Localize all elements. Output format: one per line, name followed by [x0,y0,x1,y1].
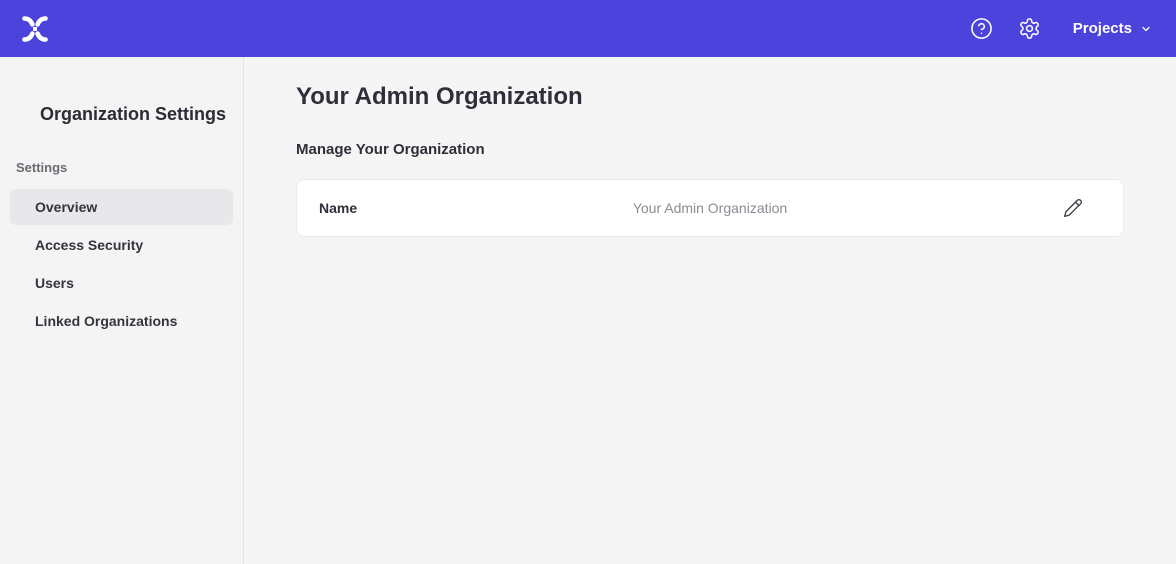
top-navbar: Projects [0,0,1176,57]
settings-button[interactable] [1013,12,1047,46]
edit-name-button[interactable] [1061,196,1085,220]
chevron-down-icon [1140,23,1152,35]
sidebar-title: Organization Settings [0,103,243,125]
sidebar-item-users[interactable]: Users [10,265,233,301]
sidebar-section-label: Settings [0,160,243,176]
page-title: Your Admin Organization [296,83,1124,111]
brand-x-logo-glyph [20,14,50,44]
name-field-label: Name [297,200,357,216]
help-button[interactable] [965,12,999,46]
sidebar-nav: Overview Access Security Users Linked Or… [0,189,243,339]
sidebar-item-overview[interactable]: Overview [10,189,233,225]
brand-x-logo[interactable] [20,14,50,44]
name-field-value: Your Admin Organization [633,200,787,216]
projects-dropdown-label: Projects [1073,20,1132,37]
main-content: Your Admin Organization Manage Your Orga… [244,57,1176,564]
organization-name-card: Name Your Admin Organization [296,179,1124,237]
help-circle-icon [970,17,993,40]
sidebar-item-access-security[interactable]: Access Security [10,227,233,263]
section-title: Manage Your Organization [296,141,1124,159]
gear-icon [1018,17,1041,40]
pencil-icon [1063,198,1083,218]
page-body: Organization Settings Settings Overview … [0,57,1176,564]
projects-dropdown[interactable]: Projects [1073,20,1152,37]
sidebar-item-linked-organizations[interactable]: Linked Organizations [10,303,233,339]
organization-settings-sidebar: Organization Settings Settings Overview … [0,57,244,564]
